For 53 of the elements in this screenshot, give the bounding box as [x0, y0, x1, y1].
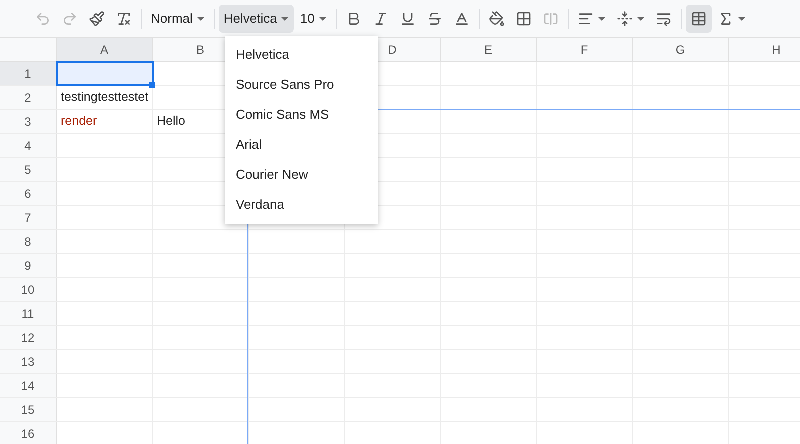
row-header[interactable]: 6 — [0, 182, 57, 205]
column-header[interactable]: H — [729, 38, 800, 61]
row-header[interactable]: 14 — [0, 374, 57, 397]
column-header[interactable]: A — [57, 38, 153, 61]
row-header[interactable]: 1 — [0, 62, 57, 85]
table-button[interactable] — [686, 4, 712, 32]
caret-icon — [196, 16, 205, 20]
wrap-text-icon — [656, 10, 672, 26]
column-header[interactable]: E — [441, 38, 537, 61]
vertical-align-icon — [616, 10, 633, 26]
menu-item[interactable]: Verdana — [225, 190, 378, 220]
borders-icon — [516, 10, 532, 26]
row-header[interactable]: 2 — [0, 86, 57, 109]
italic-icon — [372, 10, 389, 26]
menu-item[interactable]: Courier New — [225, 160, 378, 190]
caret-icon — [281, 16, 290, 20]
column-header[interactable]: G — [633, 38, 729, 61]
paint-format-icon — [89, 10, 105, 26]
fill-color-icon — [488, 10, 505, 26]
table-cell: testingtesttestet — [57, 86, 153, 109]
align-left-icon — [578, 10, 594, 26]
fill-handle[interactable] — [149, 82, 155, 88]
row-header[interactable]: 5 — [0, 158, 57, 181]
row-header[interactable]: 9 — [0, 254, 57, 277]
row-header[interactable]: 11 — [0, 302, 57, 325]
text-color-icon — [454, 10, 470, 26]
toolbar-select[interactable]: 10 — [295, 4, 332, 32]
row-header[interactable]: 10 — [0, 278, 57, 301]
toolbar-select[interactable]: Normal — [146, 4, 210, 32]
menu-item[interactable]: Arial — [225, 130, 378, 160]
row-header[interactable]: 15 — [0, 398, 57, 421]
column-header[interactable]: F — [537, 38, 633, 61]
row-header[interactable]: 8 — [0, 230, 57, 253]
caret-icon — [636, 16, 645, 20]
caret-icon — [598, 16, 606, 20]
row-header[interactable]: 13 — [0, 350, 57, 373]
row-header[interactable]: 3 — [0, 110, 57, 133]
clear-format-icon — [116, 10, 132, 26]
caret-icon — [738, 16, 746, 20]
menu-item[interactable]: Source Sans Pro — [225, 70, 378, 100]
row-header[interactable]: 16 — [0, 422, 57, 444]
table-icon — [690, 10, 707, 26]
strikethrough-icon — [426, 10, 443, 26]
merge-cells-icon — [542, 10, 559, 26]
toolbar-select[interactable]: Helvetica — [218, 4, 294, 32]
undo-icon — [35, 10, 51, 26]
row-header[interactable]: 7 — [0, 206, 57, 229]
caret-icon — [318, 16, 327, 20]
row-header[interactable]: 12 — [0, 326, 57, 349]
table-cell: render — [57, 110, 153, 133]
row-header[interactable]: 4 — [0, 134, 57, 157]
redo-icon — [62, 10, 78, 26]
underline-icon — [400, 10, 416, 26]
